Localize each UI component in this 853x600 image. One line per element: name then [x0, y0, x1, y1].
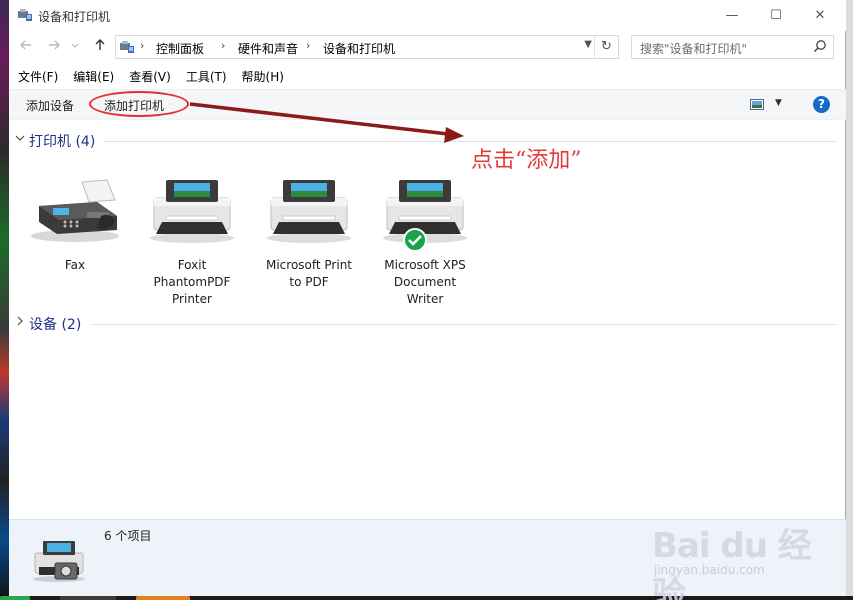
chevron-down-icon	[71, 43, 79, 48]
back-button[interactable]	[17, 38, 35, 56]
breadcrumb-control-panel[interactable]: 控制面板	[156, 40, 204, 57]
details-pane: 6 个项目	[9, 519, 846, 596]
chevron-down-icon[interactable]	[15, 133, 25, 146]
device-tile-microsoft-print-to-pdf[interactable]: Microsoft Print to PDF	[256, 172, 362, 291]
close-button[interactable]: ✕	[797, 0, 843, 31]
default-printer-checkmark-icon	[403, 228, 427, 252]
menu-file[interactable]: 文件(F)	[18, 66, 58, 88]
add-printer-button[interactable]: 添加打印机	[104, 97, 164, 114]
printers-group-header[interactable]: 打印机 (4)	[9, 130, 846, 152]
minimize-button[interactable]: —	[709, 0, 755, 31]
window-title: 设备和打印机	[38, 10, 111, 24]
group-divider	[91, 324, 837, 325]
back-arrow-icon	[20, 40, 31, 50]
recent-locations-button[interactable]	[69, 38, 81, 56]
title-bar: 设备和打印机 — ☐ ✕	[9, 0, 846, 31]
change-view-icon[interactable]	[750, 99, 764, 110]
search-placeholder: 搜索"设备和打印机"	[640, 42, 748, 56]
chevron-right-icon[interactable]	[15, 316, 25, 329]
printer-icon	[267, 180, 351, 243]
address-bar[interactable]: › 控制面板 › 硬件和声音 › 设备和打印机 ▼ ↻	[115, 35, 619, 59]
control-panel-icon	[120, 41, 134, 53]
refresh-icon: ↻	[601, 39, 612, 54]
menu-view[interactable]: 查看(V)	[129, 66, 171, 88]
item-count: 6 个项目	[104, 529, 152, 543]
forward-button[interactable]	[45, 38, 63, 56]
menu-help[interactable]: 帮助(H)	[242, 66, 284, 88]
help-button[interactable]: ?	[813, 96, 830, 113]
device-name: Fax	[64, 258, 86, 272]
close-icon: ✕	[814, 8, 826, 23]
search-box[interactable]: 搜索"设备和打印机"	[631, 35, 834, 59]
device-tile-microsoft-xps-document-writer[interactable]: Microsoft XPS Document Writer	[372, 172, 478, 308]
search-icon[interactable]	[813, 39, 827, 53]
printer-icon	[383, 180, 467, 252]
printer-icon	[150, 180, 234, 243]
annotation-text: 点击“添加”	[471, 148, 582, 173]
printer-camera-icon	[33, 541, 85, 582]
device-name: Foxit PhantomPDF Printer	[153, 258, 231, 306]
device-name: Microsoft XPS Document Writer	[384, 258, 466, 306]
devices-group-header[interactable]: 设备 (2)	[9, 313, 846, 335]
view-options-chevron-icon[interactable]: ▼	[775, 98, 782, 108]
maximize-button[interactable]: ☐	[753, 0, 799, 31]
breadcrumb-separator-icon[interactable]: ›	[140, 39, 144, 52]
breadcrumb-separator-icon[interactable]: ›	[306, 39, 310, 52]
up-arrow-icon	[95, 39, 105, 50]
breadcrumb-devices-printers[interactable]: 设备和打印机	[323, 40, 395, 57]
device-tile-fax[interactable]: Fax	[22, 172, 128, 274]
minimize-icon: —	[725, 8, 739, 23]
desktop-edge	[846, 0, 853, 596]
menu-bar: 文件(F) 编辑(E) 查看(V) 工具(T) 帮助(H)	[9, 66, 846, 88]
desktop-background	[0, 0, 9, 600]
breadcrumb-hardware-sound[interactable]: 硬件和声音	[238, 40, 298, 57]
devices-group-label[interactable]: 设备 (2)	[29, 314, 81, 334]
taskbar	[0, 596, 853, 600]
menu-tools[interactable]: 工具(T)	[186, 66, 227, 88]
devices-printers-app-icon	[18, 9, 32, 21]
printers-group-label[interactable]: 打印机 (4)	[29, 131, 95, 151]
breadcrumb-separator-icon[interactable]: ›	[221, 39, 225, 52]
forward-arrow-icon	[49, 40, 60, 50]
address-history-chevron-icon[interactable]: ▼	[584, 39, 592, 50]
add-device-button[interactable]: 添加设备	[26, 97, 74, 114]
fax-icon	[31, 179, 119, 242]
command-bar: 添加设备 添加打印机 ▼ ?	[9, 89, 846, 120]
help-icon: ?	[818, 97, 825, 111]
refresh-button[interactable]: ↻	[594, 36, 618, 58]
device-name: Microsoft Print to PDF	[265, 258, 353, 289]
up-button[interactable]	[91, 38, 109, 56]
maximize-icon: ☐	[770, 8, 782, 23]
address-row: › 控制面板 › 硬件和声音 › 设备和打印机 ▼ ↻ 搜索"设备和打印机"	[9, 33, 846, 61]
device-tile-foxit-phantompdf[interactable]: Foxit PhantomPDF Printer	[139, 172, 245, 308]
devices-and-printers-window: 设备和打印机 — ☐ ✕ › 控制面板 › 硬件和声音 › 设备和打印机 ▼ ↻…	[9, 0, 846, 596]
menu-edit[interactable]: 编辑(E)	[73, 66, 114, 88]
